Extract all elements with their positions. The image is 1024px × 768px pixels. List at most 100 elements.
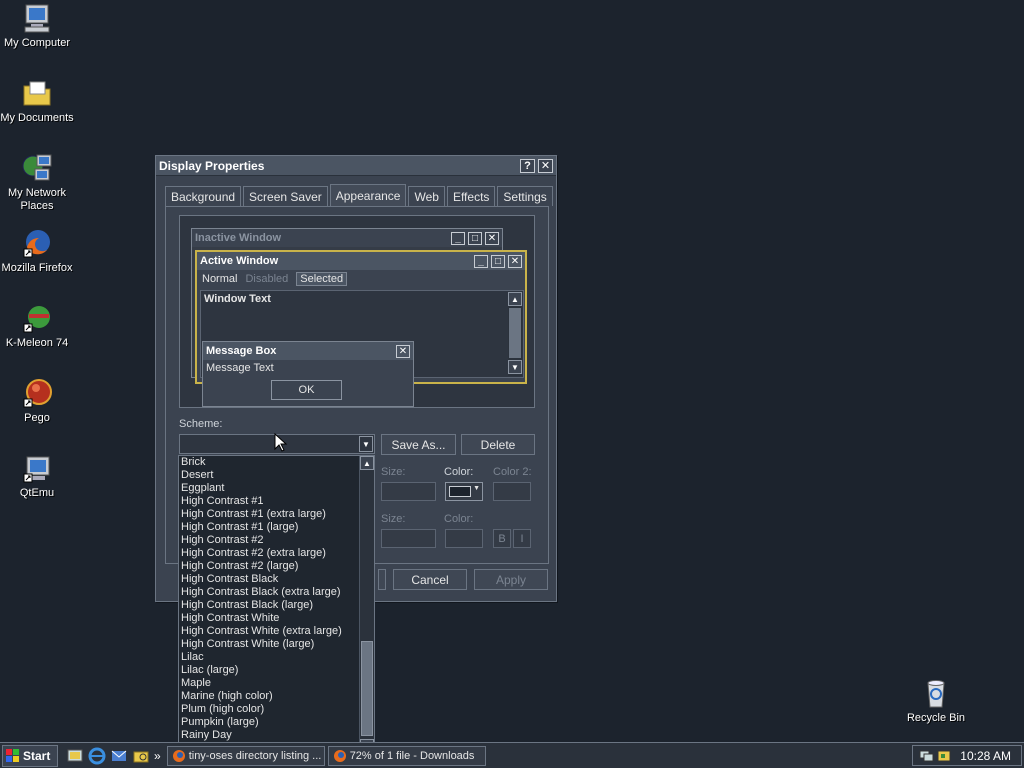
start-button[interactable]: Start — [2, 744, 58, 767]
scheme-option[interactable]: High Contrast #2 (large) — [179, 560, 360, 573]
font-color-button[interactable] — [445, 529, 483, 548]
volume-tray-icon[interactable] — [937, 749, 951, 763]
scheme-option[interactable]: Lilac (large) — [179, 664, 360, 677]
firefox-icon — [172, 749, 185, 762]
minimize-icon: _ — [474, 254, 488, 268]
preview-menu-strip: Normal Disabled Selected — [197, 270, 525, 288]
preview-menu-normal: Normal — [202, 273, 238, 285]
desktop-icon[interactable] — [66, 747, 84, 765]
delete-button[interactable]: Delete — [461, 434, 535, 455]
scheme-option[interactable]: High Contrast White (large) — [179, 638, 360, 651]
taskbar: Start » tiny-oses directory listing ... … — [0, 742, 1024, 768]
mouse-pointer-icon — [274, 433, 288, 452]
font-color-label: Color: — [444, 513, 474, 525]
desktop-icon-recycle-bin[interactable]: Recycle Bin — [899, 677, 973, 725]
font-size-dropdown[interactable] — [381, 529, 436, 548]
scheme-option[interactable]: High Contrast #1 (extra large) — [179, 508, 360, 521]
scheme-option[interactable]: High Contrast Black (extra large) — [179, 586, 360, 599]
scheme-option[interactable]: Rainy Day — [179, 729, 360, 742]
network-icon — [22, 154, 52, 181]
chevron-down-icon[interactable]: ▼ — [359, 436, 373, 452]
internet-explorer-icon[interactable] — [88, 747, 106, 765]
size-label: Size: — [381, 466, 406, 478]
preview-scroll-thumb — [509, 308, 521, 358]
desktop-icon-label: QtEmu — [19, 487, 55, 499]
preview-scrollbar: ▲ ▼ — [508, 292, 522, 376]
outlook-icon[interactable] — [110, 747, 128, 765]
desktop-icon-label: My Documents — [0, 112, 74, 124]
desktop-icon-qtemu[interactable]: QtEmu — [0, 452, 74, 500]
scheme-option[interactable]: Eggplant — [179, 482, 360, 495]
scheme-option[interactable]: High Contrast White (extra large) — [179, 625, 360, 638]
scheme-option[interactable]: Marine (high color) — [179, 690, 360, 703]
window-titlebar[interactable]: Display Properties ? ✕ — [156, 156, 556, 176]
desktop-icon-my-documents[interactable]: My Documents — [0, 77, 74, 125]
bold-button[interactable]: B — [493, 529, 511, 548]
scheme-label: Scheme: — [179, 418, 223, 430]
tab-effects[interactable]: Effects — [446, 186, 496, 206]
size-spinner[interactable] — [381, 482, 436, 501]
scheme-option[interactable]: Lilac — [179, 651, 360, 664]
scheme-option[interactable]: Maple — [179, 677, 360, 690]
scheme-option[interactable]: Desert — [179, 469, 360, 482]
scheme-option[interactable]: High Contrast Black — [179, 573, 360, 586]
desktop-icon-label: Pego — [24, 412, 50, 424]
apply-button[interactable]: Apply — [474, 569, 548, 590]
cancel-button[interactable]: Cancel — [393, 569, 467, 590]
firefox-icon — [23, 230, 50, 258]
ok-button[interactable] — [378, 569, 386, 590]
taskbar-button-directory-listing[interactable]: tiny-oses directory listing ... — [166, 745, 325, 766]
desktop-icon-network[interactable]: My Network Places — [0, 152, 74, 213]
clock: 10:28 AM — [960, 748, 1011, 763]
scheme-option[interactable]: Plum (high color) — [179, 703, 360, 716]
quick-launch-chevron[interactable]: » — [154, 749, 161, 763]
preview-message-box: Message Box ✕ Message Text OK — [202, 341, 414, 407]
taskbar-button-label: 72% of 1 file - Downloads — [349, 749, 475, 762]
color2-label: Color 2: — [493, 466, 532, 478]
tab-web[interactable]: Web — [408, 186, 445, 206]
scheme-option[interactable]: High Contrast #1 — [179, 495, 360, 508]
close-icon: ✕ — [485, 231, 499, 245]
chevron-down-icon: ▼ — [473, 485, 480, 492]
preview-msgbox-title: Message Box — [206, 345, 277, 357]
italic-button[interactable]: I — [513, 529, 531, 548]
qtemu-icon — [23, 456, 50, 483]
tab-appearance[interactable]: Appearance — [329, 184, 407, 206]
recycle-bin-icon — [927, 680, 945, 708]
taskbar-button-downloads[interactable]: 72% of 1 file - Downloads — [327, 745, 486, 766]
desktop-icon-pego[interactable]: Pego — [0, 377, 74, 425]
tab-background[interactable]: Background — [165, 186, 242, 206]
scheme-option[interactable]: High Contrast Black (large) — [179, 599, 360, 612]
scheme-option[interactable]: Brick — [179, 456, 360, 469]
color-picker-button[interactable]: ▼ — [445, 482, 483, 501]
firefox-icon — [333, 749, 346, 762]
preview-window-text: Window Text — [204, 293, 271, 305]
scroll-up-icon: ▲ — [508, 292, 522, 306]
scheme-option[interactable]: High Contrast #2 (extra large) — [179, 547, 360, 560]
network-tray-icon[interactable] — [919, 749, 935, 763]
scheme-option[interactable]: High Contrast White — [179, 612, 360, 625]
desktop-icon-firefox[interactable]: Mozilla Firefox — [0, 227, 74, 275]
explorer-icon[interactable] — [132, 747, 150, 765]
windows-logo-icon — [6, 748, 19, 762]
quick-launch: » — [66, 747, 161, 765]
scheme-option[interactable]: High Contrast #2 — [179, 534, 360, 547]
tab-settings[interactable]: Settings — [497, 186, 553, 206]
close-button[interactable]: ✕ — [538, 158, 553, 173]
save-as-button[interactable]: Save As... — [381, 434, 456, 455]
desktop-icon-kmeleon[interactable]: K-Meleon 74 — [0, 302, 74, 350]
desktop-icon-my-computer[interactable]: My Computer — [0, 2, 74, 50]
scheme-option[interactable]: High Contrast #1 (large) — [179, 521, 360, 534]
scroll-thumb[interactable] — [361, 641, 373, 736]
help-button[interactable]: ? — [520, 158, 535, 173]
color2-picker-button[interactable] — [493, 482, 531, 501]
computer-icon — [24, 4, 50, 33]
scroll-up-icon[interactable]: ▲ — [360, 456, 374, 470]
appearance-preview: Inactive Window _ □ ✕ Active Window _ □ … — [179, 215, 535, 408]
scheme-list: Brick Desert Eggplant High Contrast #1 High … — [179, 456, 360, 753]
preview-msgbox-text: Message Text — [206, 362, 274, 374]
dropdown-scrollbar[interactable]: ▲ ▼ — [359, 456, 374, 753]
tab-screen-saver[interactable]: Screen Saver — [243, 186, 328, 206]
scheme-dropdown-list[interactable]: Brick Desert Eggplant High Contrast #1 High … — [178, 455, 375, 754]
scheme-option[interactable]: Pumpkin (large) — [179, 716, 360, 729]
